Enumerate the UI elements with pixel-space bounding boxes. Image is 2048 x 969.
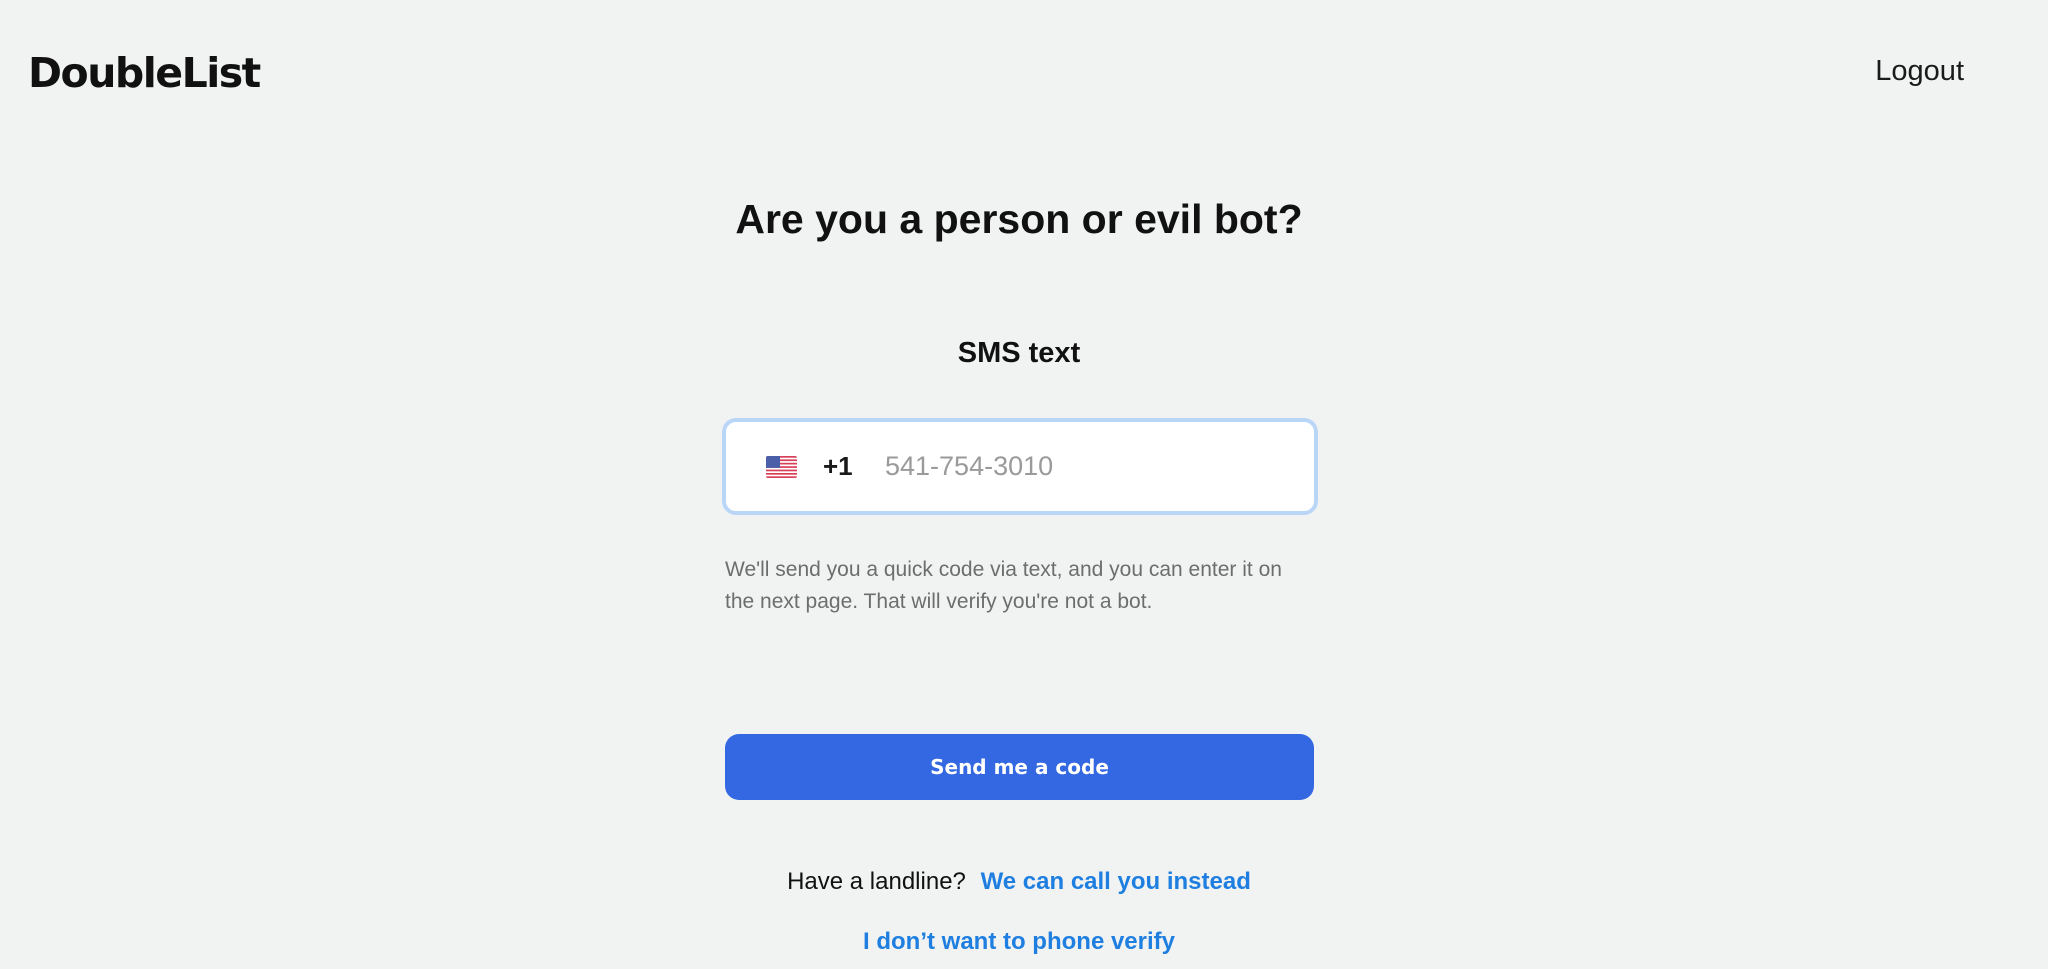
send-code-button[interactable]: Send me a code bbox=[725, 734, 1314, 800]
page-title: Are you a person or evil bot? bbox=[735, 196, 1303, 242]
skip-phone-verify-link[interactable]: I don’t want to phone verify bbox=[0, 926, 2038, 958]
phone-number-field[interactable]: +1 bbox=[722, 418, 1318, 515]
helper-text: We'll send you a quick code via text, an… bbox=[725, 558, 1282, 613]
logout-button[interactable]: Logout bbox=[1875, 51, 1964, 91]
call-instead-link[interactable]: We can call you instead bbox=[981, 868, 1251, 895]
phone-number-input[interactable] bbox=[885, 436, 1314, 497]
logo[interactable]: DoubleList bbox=[28, 48, 261, 98]
verification-page: DoubleList Logout Are you a person or ev… bbox=[0, 0, 2048, 969]
landline-prompt: Have a landline? bbox=[787, 868, 966, 895]
country-dial-code[interactable]: +1 bbox=[823, 451, 863, 482]
verification-method-label: SMS text bbox=[957, 337, 1081, 369]
us-flag-icon[interactable] bbox=[766, 455, 797, 478]
landline-row: Have a landline? We can call you instead bbox=[0, 866, 2038, 898]
